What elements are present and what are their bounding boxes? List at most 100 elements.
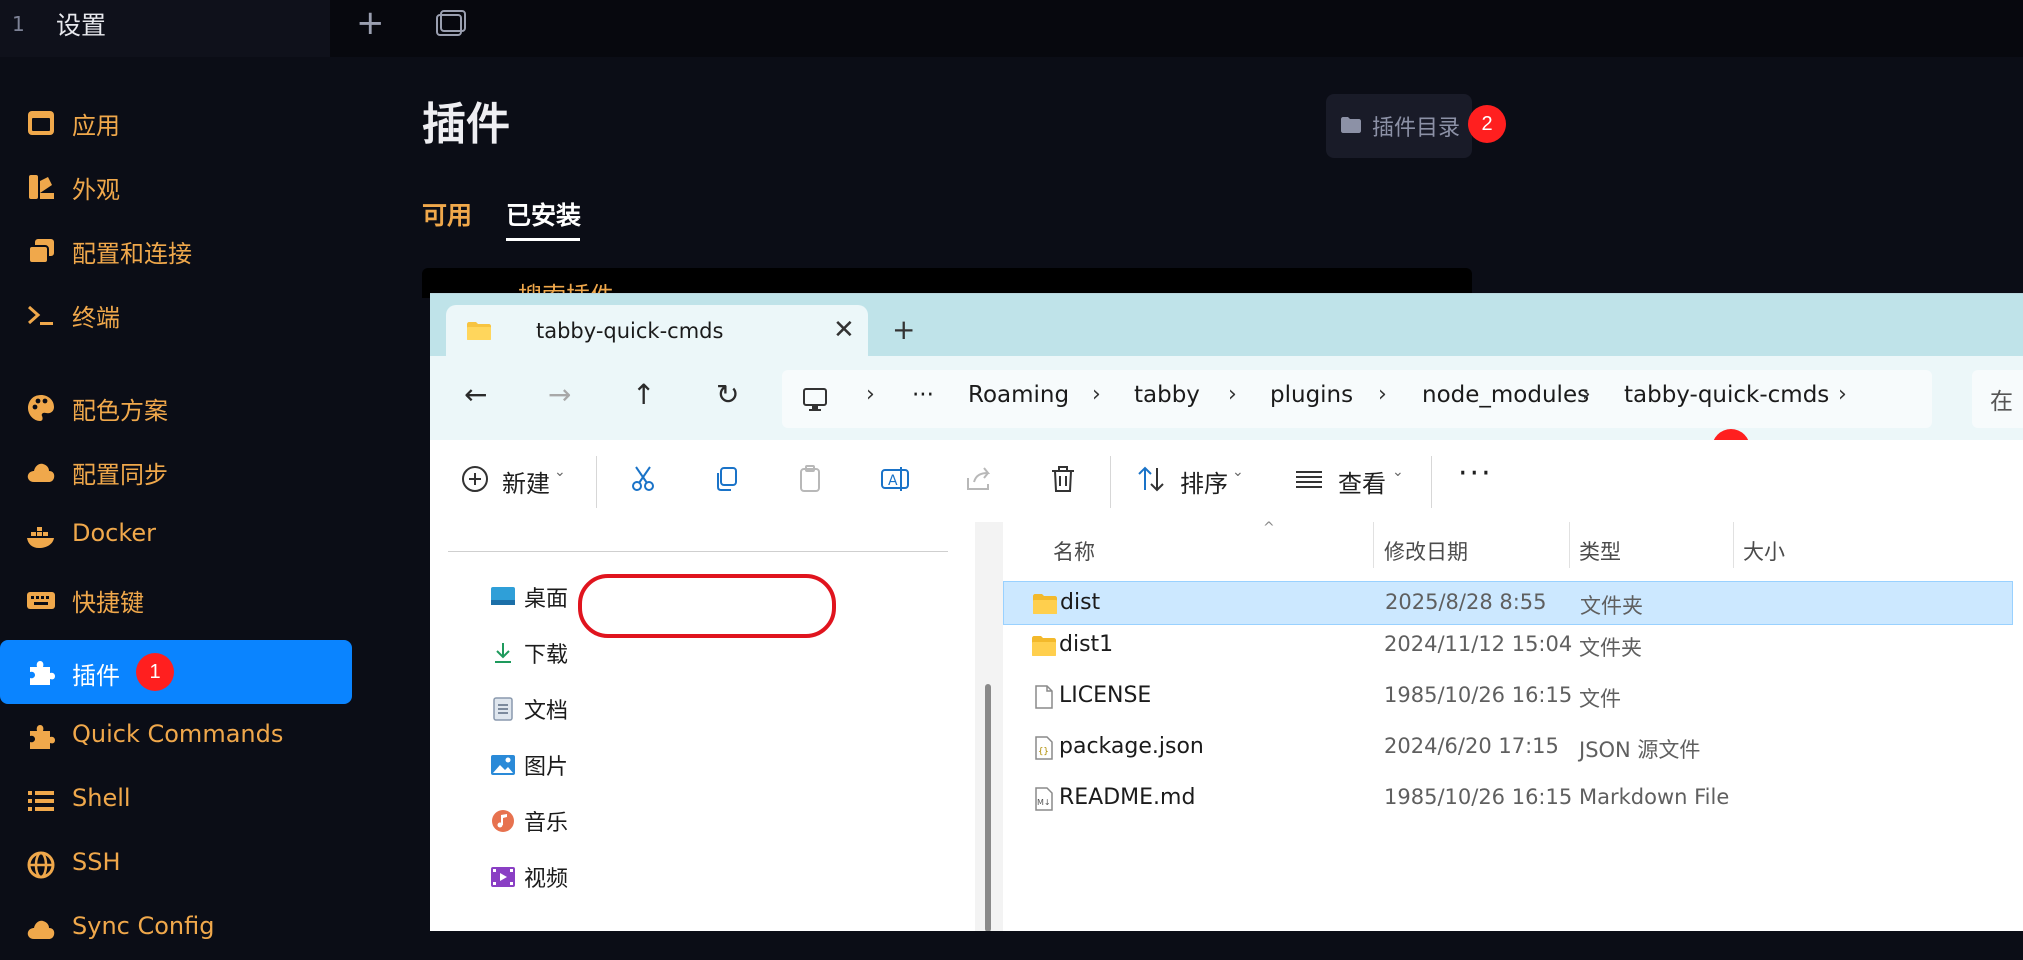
file-modified: 1985/10/26 16:15 (1384, 785, 1573, 809)
file-row-dist[interactable]: dist 2025/8/28 8:55 文件夹 (1003, 581, 2013, 625)
close-icon[interactable]: ✕ (833, 315, 855, 345)
rename-icon[interactable]: A (880, 464, 910, 494)
explorer-search-input[interactable]: 在 (1972, 370, 2023, 428)
new-tab-plus-icon[interactable]: + (892, 316, 915, 344)
sidebar-item-color-scheme[interactable]: 配色方案 (0, 375, 352, 439)
quick-access-pictures[interactable]: 图片 (490, 741, 1015, 789)
annotation-badge: 2 (1468, 105, 1506, 143)
sidebar-item-hotkeys[interactable]: 快捷键 (0, 567, 352, 631)
back-arrow-icon[interactable]: ← (464, 378, 487, 412)
svg-text:A: A (888, 473, 898, 489)
column-header-type[interactable]: 类型 (1579, 536, 1621, 566)
breadcrumb-item[interactable]: plugins (1270, 382, 1353, 408)
file-modified: 1985/10/26 16:15 (1384, 683, 1573, 707)
more-options-icon[interactable]: ··· (1458, 456, 1493, 491)
window-icon[interactable] (436, 10, 466, 36)
tab-settings[interactable]: 1 设置 (0, 0, 330, 57)
file-row-package-json[interactable]: {} package.json 2024/6/20 17:15 JSON 源文件 (1003, 726, 2013, 770)
sidebar-item-label: 终端 (72, 304, 120, 332)
sidebar-item-label: Shell (72, 784, 131, 812)
file-modified: 2024/6/20 17:15 (1384, 734, 1559, 758)
cut-icon[interactable] (628, 464, 658, 494)
sidebar-item-terminal[interactable]: 终端 (0, 282, 352, 346)
scrollbar-thumb[interactable] (985, 684, 991, 931)
up-arrow-icon[interactable]: ↑ (632, 378, 655, 412)
navigation-pane-scrollbar[interactable] (975, 522, 1003, 931)
active-tab-underline (506, 238, 580, 241)
copy-icon[interactable] (712, 464, 742, 494)
desktop-icon (491, 587, 515, 605)
quick-access-videos[interactable]: 视频 (490, 853, 1015, 901)
explorer-address-bar: ← → ↑ ↻ › ··· Roaming › tabby › plugins … (430, 356, 2023, 440)
column-divider[interactable] (1569, 522, 1570, 568)
sidebar-item-appearance[interactable]: 外观 (0, 154, 352, 218)
new-button[interactable]: 新建 (502, 464, 550, 499)
file-type: 文件夹 (1580, 594, 1643, 618)
file-row-dist1[interactable]: dist1 2024/11/12 15:04 文件夹 (1003, 624, 2013, 668)
breadcrumb-item[interactable]: node_modules (1422, 382, 1589, 408)
file-row-license[interactable]: LICENSE 1985/10/26 16:15 文件 (1003, 675, 2013, 719)
plugin-directory-button[interactable]: 插件目录 (1326, 94, 1472, 158)
list-icon (28, 791, 54, 811)
new-tab-plus-icon[interactable]: + (356, 6, 385, 40)
forward-arrow-icon[interactable]: → (548, 378, 571, 412)
file-row-readme[interactable]: M↓ README.md 1985/10/26 16:15 Markdown F… (1003, 777, 2013, 821)
sidebar-item-plugins[interactable]: 插件 1 (0, 640, 352, 704)
sidebar-item-docker[interactable]: Docker (0, 503, 352, 567)
sidebar-item-shell[interactable]: Shell (0, 768, 352, 832)
quick-access-label: 桌面 (524, 587, 569, 612)
quick-access-label: 下载 (524, 643, 569, 668)
sidebar-item-quick-commands[interactable]: Quick Commands (0, 704, 352, 768)
sort-icon[interactable] (1136, 464, 1166, 494)
breadcrumb-item[interactable]: tabby (1134, 382, 1200, 408)
sidebar-item-sync-config[interactable]: Sync Config (0, 896, 352, 960)
column-header-name[interactable]: 名称 (1053, 536, 1095, 566)
breadcrumb-item[interactable]: Roaming (968, 382, 1069, 408)
sidebar-item-config-sync[interactable]: 配置同步 (0, 439, 352, 503)
column-header-modified[interactable]: 修改日期 (1384, 536, 1468, 566)
sidebar-item-app[interactable]: 应用 (0, 90, 352, 154)
breadcrumb-item[interactable]: tabby-quick-cmds (1624, 382, 1829, 408)
settings-sidebar: 应用 外观 配置和连接 终端 配色方案 配置同步 Docker 快捷键 插件 1… (0, 57, 352, 940)
column-divider[interactable] (1373, 522, 1374, 568)
folder-icon (1033, 594, 1057, 614)
refresh-icon[interactable]: ↻ (716, 378, 739, 412)
document-icon (493, 697, 513, 721)
tab-installed[interactable]: 已安装 (506, 196, 581, 232)
quick-access-label: 视频 (524, 867, 569, 892)
file-modified: 2024/11/12 15:04 (1384, 632, 1573, 656)
breadcrumb-more[interactable]: ··· (912, 382, 934, 408)
keyboard-icon (27, 592, 55, 609)
share-icon[interactable] (964, 464, 994, 494)
sort-button[interactable]: 排序 (1180, 464, 1228, 499)
breadcrumb[interactable]: › ··· Roaming › tabby › plugins › node_m… (782, 370, 1932, 428)
sidebar-item-label: Docker (72, 519, 157, 547)
plus-circle-icon[interactable] (460, 464, 490, 494)
chevron-right-icon: › (1378, 382, 1387, 407)
sidebar-item-label: 应用 (72, 112, 120, 140)
sidebar-item-profiles[interactable]: 配置和连接 (0, 218, 352, 282)
quick-access-documents[interactable]: 文档 (490, 685, 1015, 733)
view-lines-icon[interactable] (1294, 464, 1324, 494)
column-divider[interactable] (1733, 522, 1734, 568)
column-header-size[interactable]: 大小 (1743, 536, 1785, 566)
explorer-tab[interactable]: tabby-quick-cmds ✕ (446, 305, 868, 356)
chevron-down-icon: ⌄ (554, 464, 566, 480)
tab-available[interactable]: 可用 (422, 196, 472, 232)
toolbar-divider (596, 456, 597, 508)
sidebar-item-label: Quick Commands (72, 720, 284, 748)
view-button[interactable]: 查看 (1338, 464, 1386, 499)
chevron-right-icon: › (1582, 382, 1591, 407)
paste-icon[interactable] (796, 464, 826, 494)
svg-text:{}: {} (1038, 747, 1049, 757)
file-name: dist1 (1059, 632, 1114, 657)
markdown-file-icon: M↓ (1035, 787, 1053, 811)
quick-access-music[interactable]: 音乐 (490, 797, 1015, 845)
sidebar-item-ssh[interactable]: SSH (0, 832, 352, 896)
quick-access-label: 音乐 (524, 811, 569, 836)
toolbar-divider (1431, 456, 1432, 508)
video-icon (491, 867, 515, 887)
highlight-circle (578, 574, 836, 638)
puzzle-icon (30, 661, 55, 685)
delete-icon[interactable] (1048, 464, 1078, 494)
